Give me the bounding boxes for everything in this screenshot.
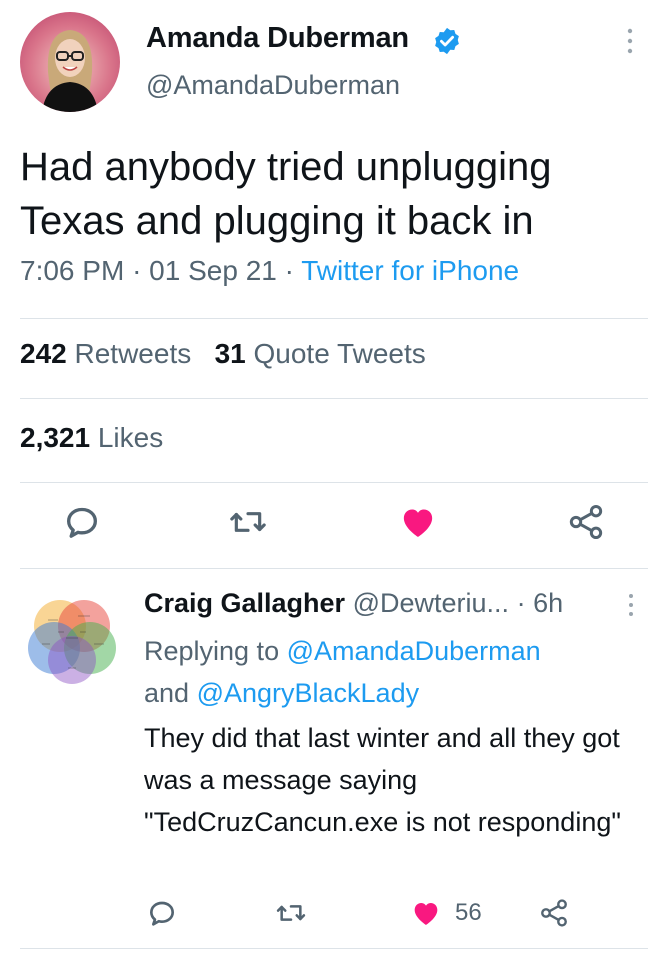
reply-author-handle[interactable]: @Dewteriu...: [353, 588, 509, 618]
reply-icon[interactable]: [146, 897, 178, 929]
retweet-icon[interactable]: [275, 897, 307, 929]
retweets-link[interactable]: 242 Retweets: [20, 338, 191, 369]
meta-separator: ·: [132, 255, 142, 286]
quote-tweets-link[interactable]: 31 Quote Tweets: [215, 338, 426, 369]
divider: [20, 568, 648, 569]
reply-time: 6h: [533, 588, 564, 618]
replying-prefix: Replying to: [144, 636, 280, 666]
tweet-source-link[interactable]: Twitter for iPhone: [301, 255, 519, 286]
replying-to: Replying to @AmandaDuberman and @AngryBl…: [144, 630, 624, 714]
reply-like-count: 56: [455, 899, 482, 926]
tweet-meta: 7:06 PM · 01 Sep 21 · Twitter for iPhone: [20, 255, 519, 287]
reply-author-avatar[interactable]: [18, 586, 126, 694]
divider: [20, 948, 648, 949]
tweet-time: 7:06 PM: [20, 255, 125, 286]
more-options-icon[interactable]: [618, 24, 642, 58]
quote-tweets-label: Quote Tweets: [253, 338, 426, 369]
likes-count: 2,321: [20, 422, 91, 453]
author-name[interactable]: Amanda Duberman: [146, 22, 409, 55]
replying-conjunction: and: [144, 678, 190, 708]
tweet-text: Had anybody tried unplugging Texas and p…: [20, 145, 552, 243]
reply-icon[interactable]: [62, 502, 102, 542]
share-icon[interactable]: [566, 502, 606, 542]
mention-link[interactable]: @AmandaDuberman: [287, 636, 541, 666]
meta-separator: ·: [284, 255, 294, 286]
divider: [20, 398, 648, 399]
author-avatar[interactable]: [20, 12, 120, 112]
retweets-label: Retweets: [74, 338, 192, 369]
likes-label: Likes: [97, 422, 164, 453]
share-icon[interactable]: [538, 897, 570, 929]
author-handle[interactable]: @AmandaDuberman: [146, 70, 400, 101]
retweet-icon[interactable]: [228, 502, 268, 542]
meta-separator: ·: [516, 588, 526, 618]
mention-link[interactable]: @AngryBlackLady: [197, 678, 420, 708]
more-options-icon[interactable]: [620, 590, 642, 620]
verified-badge-icon: [435, 27, 459, 55]
divider: [20, 318, 648, 319]
retweet-stats: 242 Retweets 31 Quote Tweets: [20, 338, 426, 370]
heart-icon[interactable]: [410, 897, 442, 929]
tweet-date: 01 Sep 21: [149, 255, 277, 286]
retweets-count: 242: [20, 338, 67, 369]
reply-author-name[interactable]: Craig Gallagher: [144, 588, 345, 618]
quote-tweets-count: 31: [214, 338, 246, 369]
reply-text: They did that last winter and all they g…: [144, 723, 621, 837]
reply-header: Craig Gallagher @Dewteriu... · 6h: [144, 588, 563, 619]
likes-link[interactable]: 2,321 Likes: [20, 422, 163, 454]
heart-icon[interactable]: [398, 502, 438, 542]
divider: [20, 482, 648, 483]
